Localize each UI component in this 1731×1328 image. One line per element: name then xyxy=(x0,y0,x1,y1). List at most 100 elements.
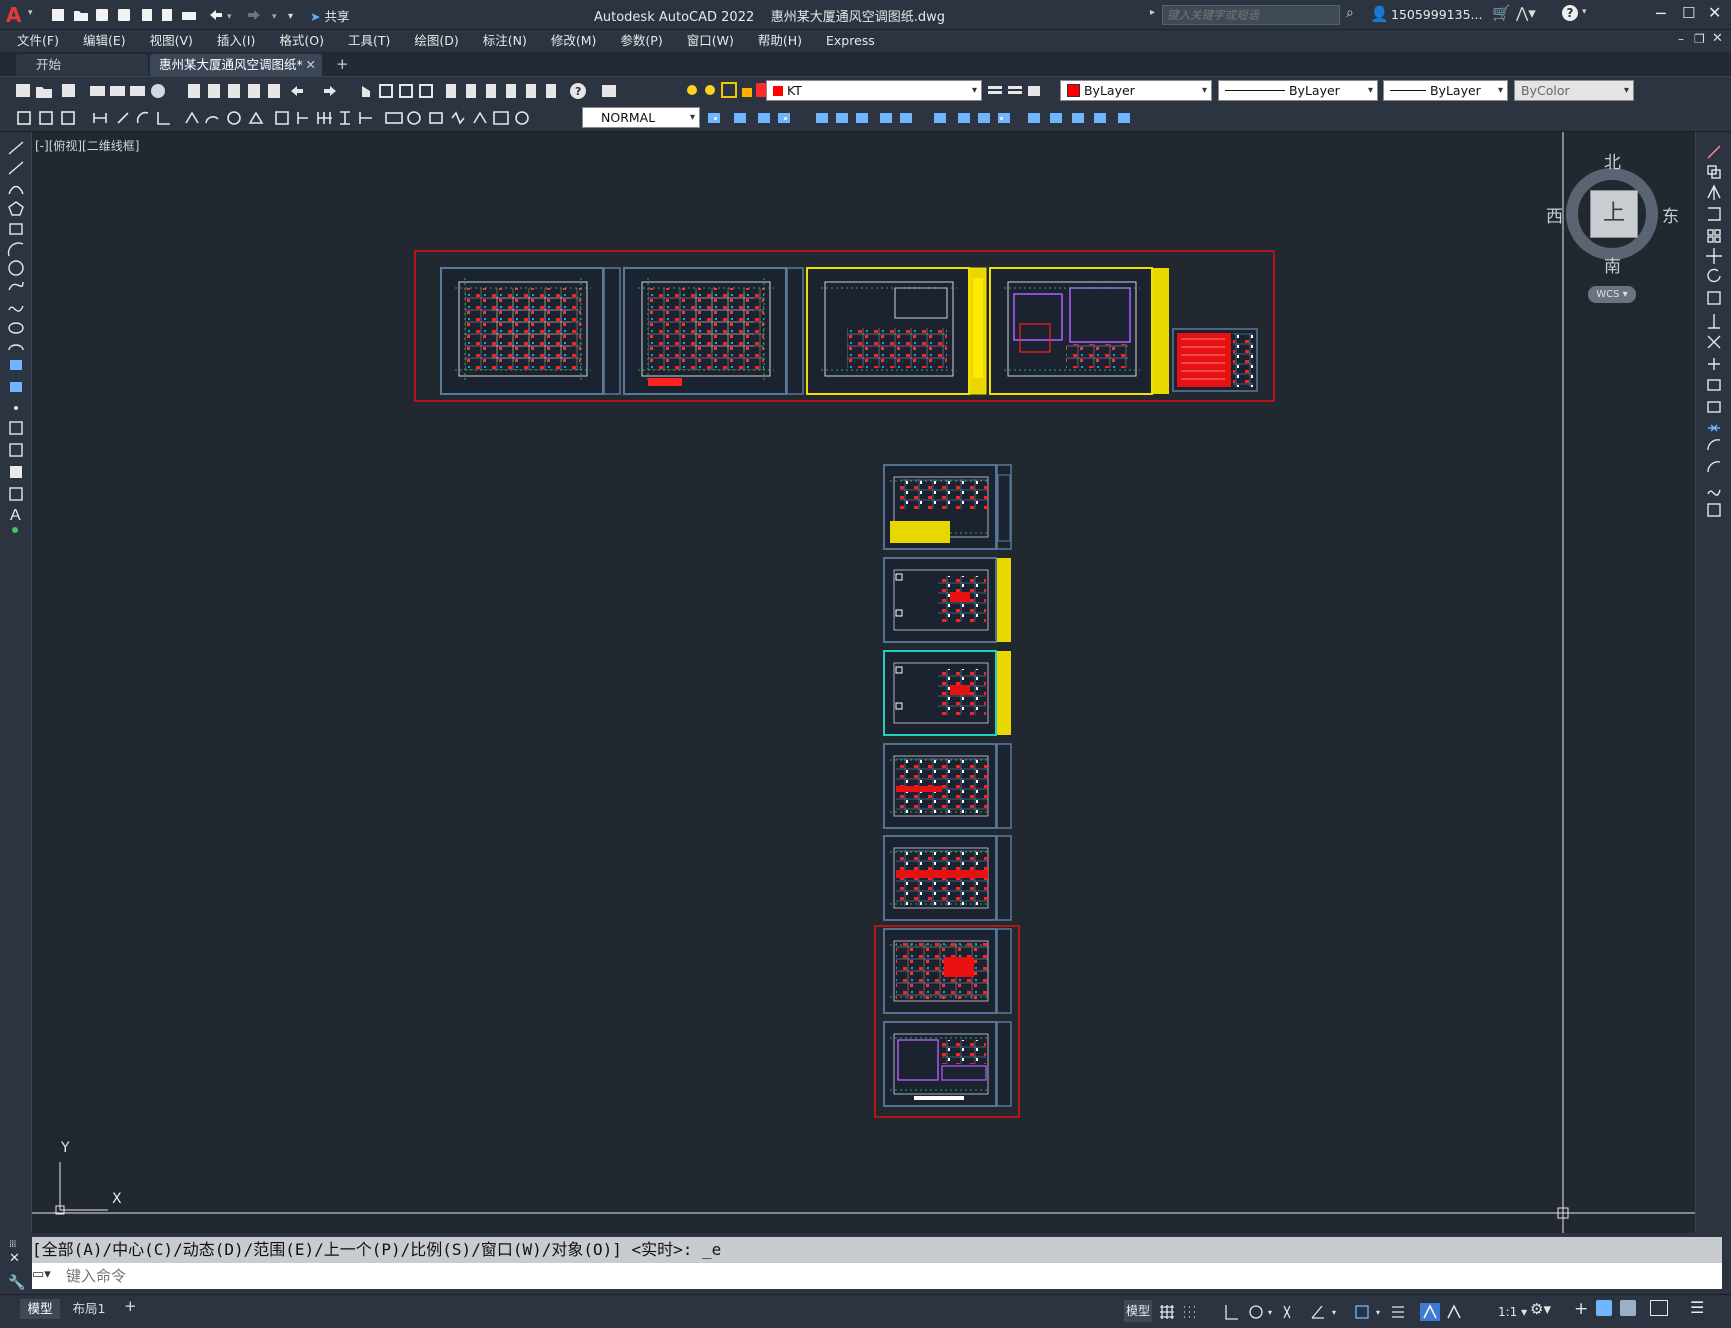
share-button[interactable]: ➤ 共享 xyxy=(310,6,349,25)
workspace-gear-icon[interactable]: ⚙▾ xyxy=(1530,1300,1551,1318)
help-icon[interactable]: ? xyxy=(1562,5,1578,21)
menu-insert[interactable]: 插入(I) xyxy=(205,30,267,52)
save-as-icon xyxy=(118,9,130,21)
menu-help[interactable]: 帮助(H) xyxy=(746,30,814,52)
dimension-toolbar-icons[interactable] xyxy=(6,109,576,127)
wcs-menu[interactable]: WCS ▾ xyxy=(1588,286,1636,303)
draw-tool-icons[interactable]: A xyxy=(7,138,27,598)
linetype-dropdown[interactable]: ByLayer ▾ xyxy=(1218,80,1378,101)
spline-tool-icon xyxy=(8,305,24,312)
standard-toolbar-icons[interactable]: ? xyxy=(6,82,666,100)
doc-minimize-button[interactable]: – xyxy=(1678,32,1684,46)
doc-close-button[interactable]: ✕ xyxy=(1712,31,1723,46)
redo-icon xyxy=(248,10,260,20)
menu-tools[interactable]: 工具(T) xyxy=(336,30,402,52)
close-tab-icon[interactable]: ✕ xyxy=(306,54,316,76)
search-icon[interactable]: ⌕ xyxy=(1346,5,1354,21)
model-space-button[interactable]: 模型 xyxy=(1124,1300,1152,1322)
user-icon[interactable]: 👤 xyxy=(1370,5,1389,23)
customization-menu-icon[interactable]: ☰ xyxy=(1690,1298,1704,1317)
lineweight-sample xyxy=(1390,90,1426,91)
svg-text:▾: ▾ xyxy=(1332,1308,1336,1317)
menu-parametric[interactable]: 参数(P) xyxy=(608,30,674,52)
svg-text:▾: ▾ xyxy=(227,12,232,22)
blend-icon xyxy=(1707,489,1721,496)
doc-restore-button[interactable]: ❐ xyxy=(1694,32,1705,46)
line-tool-icon xyxy=(8,141,24,155)
viewcube-top-face[interactable]: 上 xyxy=(1590,190,1638,238)
dimstyle-dropdown[interactable]: NORMAL ▾ xyxy=(582,107,700,128)
lineweight-dropdown[interactable]: ByLayer ▾ xyxy=(1383,80,1508,101)
layer-tools-icons[interactable] xyxy=(986,82,1042,100)
isolate-objects-icon[interactable] xyxy=(1596,1300,1612,1316)
autocad-logo-icon[interactable]: A xyxy=(6,3,28,27)
polyline-tool-icon xyxy=(8,185,24,195)
ellipse-arc-tool-icon xyxy=(8,344,24,351)
clean-screen-icon[interactable] xyxy=(1650,1300,1668,1316)
annotation-scale[interactable]: 1:1 ▾ xyxy=(1498,1301,1527,1323)
help-search-input[interactable] xyxy=(1162,5,1340,25)
menu-format[interactable]: 格式(O) xyxy=(267,30,336,52)
autodesk-app-icon[interactable]: ⋀▾ xyxy=(1516,4,1536,22)
menu-express[interactable]: Express xyxy=(814,30,887,52)
menu-file[interactable]: 文件(F) xyxy=(5,30,71,52)
add-selected-icon xyxy=(12,527,18,533)
extend-icon xyxy=(1708,358,1720,370)
linetype-sample xyxy=(1225,90,1285,91)
close-window-button[interactable]: ✕ xyxy=(1708,3,1721,22)
menu-dimension[interactable]: 标注(N) xyxy=(471,30,539,52)
add-layout-button[interactable]: + xyxy=(124,1297,137,1315)
command-input[interactable] xyxy=(66,1265,1666,1287)
command-line-handle[interactable]: ⁞⁞⁞ ✕ 🔧 xyxy=(0,1235,32,1295)
menu-window[interactable]: 窗口(W) xyxy=(675,30,746,52)
compass-west[interactable]: 西 xyxy=(1546,202,1563,227)
save-icon xyxy=(96,9,108,21)
status-toggle-icons[interactable]: ▾ ▾ ▾ xyxy=(1158,1303,1488,1321)
annotation-autoscale-icon xyxy=(1447,1304,1461,1319)
new-tab-button[interactable]: + xyxy=(336,54,349,74)
table-tool-icon xyxy=(9,487,23,501)
osnap-icon xyxy=(1355,1305,1369,1319)
drawing-canvas[interactable]: [-][俯视][二维线框] Y X 上 北 南 东 西 WCS ▾ xyxy=(32,132,1695,1233)
compass-south[interactable]: 南 xyxy=(1604,252,1621,277)
menu-view[interactable]: 视图(V) xyxy=(138,30,205,52)
insert-block-icon xyxy=(10,360,22,370)
tab-active-drawing[interactable]: 惠州某大厦通风空调图纸* ✕ xyxy=(150,54,322,76)
revcloud-tool-icon xyxy=(8,281,24,291)
annotation-monitor-icon[interactable]: + xyxy=(1574,1299,1588,1319)
tab-model[interactable]: 模型 xyxy=(20,1299,60,1319)
close-command-line-icon[interactable]: ✕ xyxy=(9,1251,20,1266)
viewcube[interactable]: 上 北 南 东 西 WCS ▾ xyxy=(1546,148,1682,318)
share-icon: ➤ xyxy=(310,9,321,24)
maximize-window-button[interactable]: ☐ xyxy=(1682,4,1695,22)
tab-start[interactable]: 开始 xyxy=(16,54,148,76)
menu-draw[interactable]: 绘图(D) xyxy=(402,30,470,52)
menu-edit[interactable]: 编辑(E) xyxy=(71,30,138,52)
help-chevron-icon[interactable]: ▾ xyxy=(1582,7,1587,17)
color-dropdown[interactable]: ByLayer ▾ xyxy=(1060,80,1212,101)
tab-active-label: 惠州某大厦通风空调图纸* xyxy=(159,57,303,72)
search-expand-icon[interactable]: ▸ xyxy=(1150,7,1155,18)
customize-icon[interactable]: 🔧 xyxy=(8,1275,25,1291)
layer-state-icons[interactable] xyxy=(684,80,766,100)
recent-commands-icon[interactable]: ▭▾ xyxy=(32,1267,60,1285)
app-menu-chevron-icon[interactable]: ▾ xyxy=(28,8,33,18)
tab-layout1[interactable]: 布局1 xyxy=(66,1299,112,1319)
modify-toolbar-icons[interactable] xyxy=(704,109,1216,127)
minimize-window-button[interactable]: ─ xyxy=(1656,4,1666,23)
menu-modify[interactable]: 修改(M) xyxy=(539,30,609,52)
compass-north[interactable]: 北 xyxy=(1604,148,1621,173)
drawing-sheets xyxy=(32,132,1695,1233)
draw-toolbar: A xyxy=(0,132,32,1233)
user-name[interactable]: 1505999135... xyxy=(1391,7,1482,22)
compass-east[interactable]: 东 xyxy=(1662,202,1679,227)
cart-icon[interactable]: 🛒 xyxy=(1492,4,1511,22)
layer-dropdown[interactable]: KT ▾ xyxy=(766,80,982,101)
plotstyle-dropdown[interactable]: ByColor ▾ xyxy=(1514,80,1634,101)
drag-handle-icon[interactable]: ⁞⁞⁞ xyxy=(9,1239,16,1250)
lineweight-icon xyxy=(1392,1306,1404,1318)
hardware-acceleration-icon[interactable] xyxy=(1620,1300,1636,1316)
modify-tool-icons[interactable] xyxy=(1705,144,1725,544)
scale-icon xyxy=(1707,291,1721,305)
new-icon xyxy=(52,9,64,21)
